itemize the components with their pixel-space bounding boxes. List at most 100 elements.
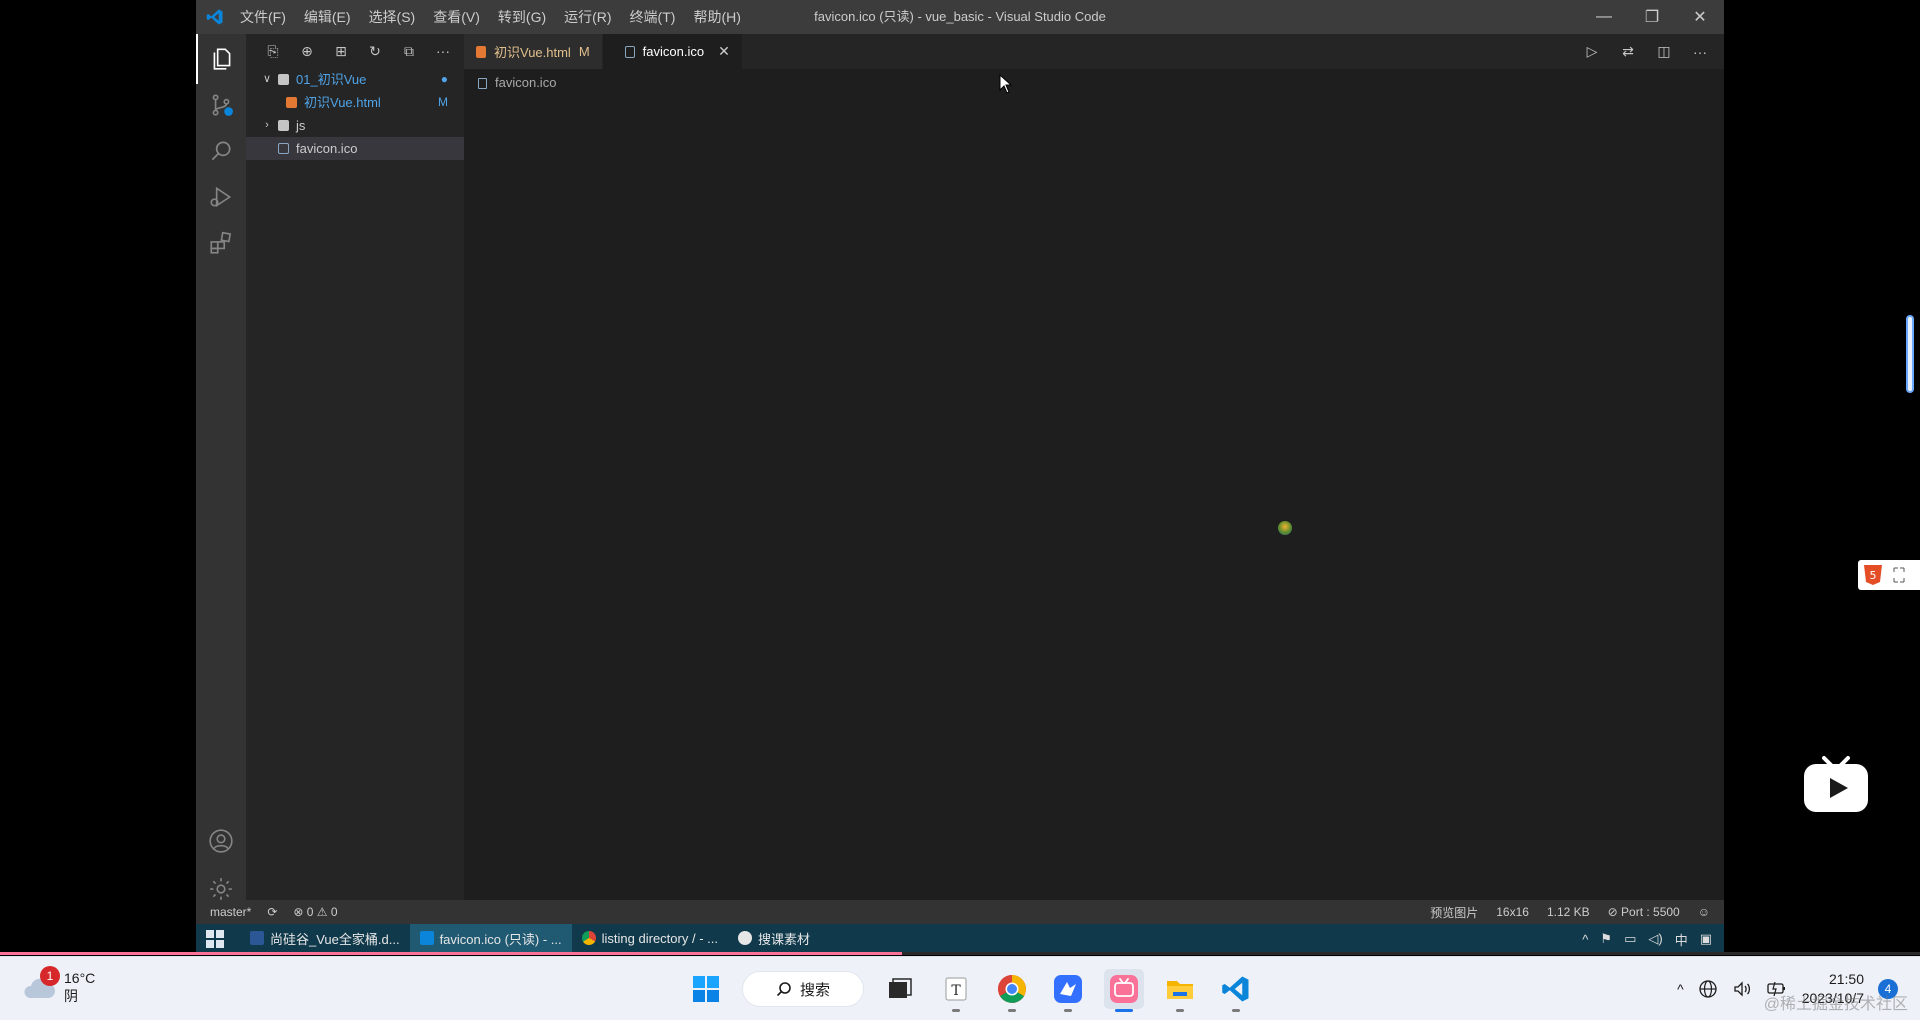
split-editor-icon[interactable]: ◫ bbox=[1654, 43, 1674, 60]
menu-run[interactable]: 运行(R) bbox=[564, 7, 611, 27]
more-actions-icon[interactable]: ··· bbox=[1690, 44, 1710, 60]
editor-actions: ▷ ⇄ ◫ ··· bbox=[1582, 34, 1710, 69]
word-icon bbox=[250, 931, 264, 945]
task-label: listing directory / - ... bbox=[601, 930, 718, 946]
inner-task-word[interactable]: 尚硅谷_Vue全家桶.d... bbox=[240, 924, 410, 954]
show-hidden-icons-icon[interactable]: ^ bbox=[1677, 981, 1684, 997]
notification-icon[interactable]: ▣ bbox=[1700, 931, 1712, 947]
tree-label: 01_初识Vue bbox=[296, 72, 367, 87]
bilibili-button[interactable] bbox=[1104, 969, 1144, 1012]
tree-file-vue-html[interactable]: 初识Vue.html M bbox=[246, 91, 464, 114]
weather-widget[interactable]: 1 16°C 阴 bbox=[22, 966, 95, 1005]
expand-icon bbox=[1893, 567, 1905, 583]
weather-badge: 1 bbox=[40, 966, 60, 986]
task-view-icon bbox=[889, 978, 912, 998]
tree-label: 初识Vue.html bbox=[304, 95, 381, 110]
ime-indicator[interactable]: 中 bbox=[1675, 930, 1688, 949]
taskbar-apps: 搜索 T bbox=[686, 965, 1256, 1013]
problems-count[interactable]: ⊗ 0 ⚠ 0 bbox=[293, 905, 337, 919]
window-controls: — ❐ ✕ bbox=[1580, 0, 1724, 34]
sync-icon[interactable]: ⟳ bbox=[267, 905, 277, 919]
image-size: 1.12 KB bbox=[1546, 905, 1590, 919]
menu-file[interactable]: 文件(F) bbox=[240, 7, 286, 27]
menu-help[interactable]: 帮助(H) bbox=[693, 7, 740, 27]
more-actions-icon[interactable]: ··· bbox=[432, 40, 454, 62]
minimize-button[interactable]: — bbox=[1580, 0, 1628, 34]
inner-taskbar: 尚硅谷_Vue全家桶.d... favicon.ico (只读) - ... l… bbox=[196, 924, 1724, 954]
vscode-logo-icon bbox=[206, 9, 223, 25]
inner-task-chrome[interactable]: listing directory / - ... bbox=[572, 924, 728, 954]
git-branch[interactable]: master* bbox=[210, 905, 251, 919]
volume-icon[interactable]: ◁) bbox=[1648, 931, 1662, 947]
close-button[interactable]: ✕ bbox=[1676, 0, 1724, 34]
search-icon[interactable] bbox=[196, 126, 246, 176]
menu-edit[interactable]: 编辑(E) bbox=[304, 7, 351, 27]
windows-start-button[interactable] bbox=[686, 969, 726, 1009]
run-debug-icon[interactable] bbox=[196, 172, 246, 222]
file-explorer-button[interactable] bbox=[1160, 969, 1200, 1012]
explorer-icon[interactable] bbox=[196, 34, 246, 84]
explorer-toolbar: ⎘ ⊕ ⊞ ↻ ⧉ ··· bbox=[246, 34, 464, 68]
taskbar-search[interactable]: 搜索 bbox=[742, 971, 864, 1007]
typora-button[interactable]: T bbox=[936, 969, 976, 1012]
new-file-button-icon[interactable]: ⊕ bbox=[296, 40, 318, 62]
collapse-all-icon[interactable]: ⧉ bbox=[398, 40, 420, 62]
refresh-icon[interactable]: ↻ bbox=[364, 40, 386, 62]
menu-go[interactable]: 转到(G) bbox=[498, 7, 546, 27]
volume-icon[interactable] bbox=[1732, 979, 1752, 999]
menu-terminal[interactable]: 终端(T) bbox=[630, 7, 676, 27]
tree-file-favicon[interactable]: favicon.ico bbox=[246, 137, 464, 160]
inner-task-materials[interactable]: 搜课素材 bbox=[728, 924, 820, 954]
explorer-sidebar: ⎘ ⊕ ⊞ ↻ ⧉ ··· ∨ 01_初识Vue ● 初识Vue.html M … bbox=[246, 34, 464, 900]
status-bar: master* ⟳ ⊗ 0 ⚠ 0 预览图片 16x16 1.12 KB ⊘ P… bbox=[196, 900, 1724, 924]
new-file-icon[interactable]: ⎘ bbox=[262, 40, 284, 62]
clock-time: 21:50 bbox=[1828, 971, 1864, 987]
image-preview-label: 预览图片 bbox=[1430, 905, 1479, 920]
tree-folder-01-vue[interactable]: ∨ 01_初识Vue ● bbox=[246, 68, 464, 91]
close-tab-icon[interactable]: ✕ bbox=[718, 43, 730, 60]
folder-icon bbox=[1167, 981, 1193, 999]
windows-start-icon[interactable] bbox=[206, 930, 224, 948]
tree-modified-badge: M bbox=[438, 95, 448, 109]
video-progress-bar[interactable] bbox=[0, 952, 1920, 955]
folder-icon bbox=[278, 120, 289, 131]
menu-view[interactable]: 查看(V) bbox=[433, 7, 480, 27]
feishu-icon bbox=[1054, 975, 1082, 1003]
image-dimensions: 16x16 bbox=[1496, 905, 1529, 919]
tree-label: favicon.ico bbox=[296, 141, 358, 156]
source-control-icon[interactable] bbox=[196, 80, 246, 130]
video-progress-fill bbox=[0, 952, 903, 955]
globe-icon[interactable] bbox=[1698, 979, 1718, 999]
tree-folder-js[interactable]: › js bbox=[246, 114, 464, 137]
windows-logo-icon bbox=[693, 976, 719, 1002]
breadcrumb-item[interactable]: favicon.ico bbox=[495, 72, 556, 94]
accounts-icon[interactable] bbox=[196, 816, 246, 866]
image-file-icon bbox=[478, 77, 487, 89]
task-view-button[interactable] bbox=[880, 969, 920, 1009]
tab-favicon[interactable]: favicon.ico ✕ bbox=[602, 34, 743, 69]
restore-button[interactable]: ❐ bbox=[1628, 0, 1676, 34]
menu-selection[interactable]: 选择(S) bbox=[369, 7, 416, 27]
tab-vue-html[interactable]: 初识Vue.html M bbox=[464, 34, 603, 69]
feishu-button[interactable] bbox=[1048, 969, 1088, 1012]
task-label: 尚硅谷_Vue全家桶.d... bbox=[270, 931, 400, 947]
search-label: 搜索 bbox=[799, 981, 830, 999]
chrome-button[interactable] bbox=[992, 969, 1032, 1012]
compare-icon[interactable]: ⇄ bbox=[1618, 43, 1638, 60]
run-icon[interactable]: ▷ bbox=[1582, 43, 1602, 60]
tray-chevron-icon[interactable]: ^ bbox=[1582, 932, 1588, 947]
side-drag-handle[interactable] bbox=[1906, 315, 1914, 393]
extensions-icon[interactable] bbox=[196, 218, 246, 268]
new-folder-icon[interactable]: ⊞ bbox=[330, 40, 352, 62]
vscode-button[interactable] bbox=[1216, 969, 1256, 1012]
battery-icon[interactable]: ▭ bbox=[1624, 931, 1636, 947]
folder-icon bbox=[278, 74, 289, 85]
live-server-port[interactable]: ⊘ Port : 5500 bbox=[1608, 905, 1680, 919]
running-indicator bbox=[1064, 1009, 1072, 1012]
feedback-icon[interactable]: ☺ bbox=[1698, 905, 1710, 919]
play-button-icon[interactable] bbox=[1800, 750, 1872, 816]
task-label: favicon.ico (只读) - ... bbox=[439, 931, 562, 947]
inner-task-vscode[interactable]: favicon.ico (只读) - ... bbox=[409, 924, 572, 954]
floating-toolbar[interactable]: 5 bbox=[1858, 560, 1920, 590]
tray-app-icon[interactable]: ⚑ bbox=[1600, 931, 1612, 947]
